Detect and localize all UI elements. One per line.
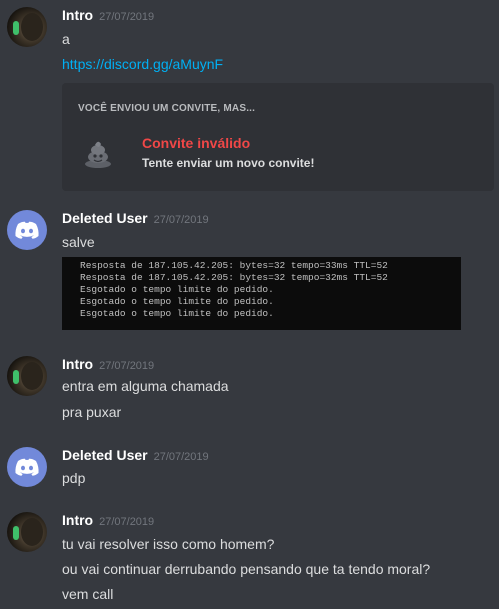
- message-header: Intro 27/07/2019: [62, 7, 154, 27]
- terminal-line: Esgotado o tempo limite do pedido.: [80, 284, 274, 295]
- timestamp: 27/07/2019: [99, 360, 155, 372]
- terminal-line: Esgotado o tempo limite do pedido.: [80, 296, 274, 307]
- invite-subtitle: Tente enviar um novo convite!: [142, 156, 315, 170]
- message-text: salve: [62, 234, 95, 250]
- message-header: Intro 27/07/2019: [62, 356, 154, 376]
- message-header: Deleted User 27/07/2019: [62, 447, 209, 467]
- terminal-line: Resposta de 187.105.42.205: bytes=32 tem…: [80, 272, 388, 283]
- avatar-shade: [21, 518, 43, 546]
- username[interactable]: Intro: [62, 7, 93, 23]
- terminal-screenshot[interactable]: Resposta de 187.105.42.205: bytes=32 tem…: [62, 257, 461, 330]
- invite-embed: VOCÊ ENVIOU UM CONVITE, MAS... Convite i…: [62, 83, 494, 191]
- message-text: a: [62, 31, 70, 47]
- message-text: pdp: [62, 470, 86, 486]
- username[interactable]: Intro: [62, 512, 93, 528]
- timestamp: 27/07/2019: [99, 516, 155, 528]
- invite-status: Convite inválido: [142, 135, 251, 151]
- message-group: Intro 27/07/2019 entra em alguma chamada …: [0, 356, 499, 426]
- message-text: pra puxar: [62, 404, 122, 420]
- invite-link[interactable]: https://discord.gg/aMuynF: [62, 56, 223, 72]
- terminal-line: Resposta de 187.105.42.205: bytes=32 tem…: [80, 260, 388, 271]
- avatar[interactable]: [7, 210, 47, 250]
- message-group: Deleted User 27/07/2019 pdp: [0, 447, 499, 497]
- avatar[interactable]: [7, 356, 47, 396]
- discord-logo-icon: [15, 221, 39, 239]
- message-text: tu vai resolver isso como homem?: [62, 536, 275, 552]
- terminal-line: Esgotado o tempo limite do pedido.: [80, 308, 274, 319]
- avatar[interactable]: [7, 447, 47, 487]
- message-group: Intro 27/07/2019 tu vai resolver isso com…: [0, 512, 499, 607]
- avatar-shade: [21, 362, 43, 390]
- chat-messages: Intro 27/07/2019 a https://discord.gg/aMu…: [0, 0, 499, 609]
- username[interactable]: Deleted User: [62, 210, 148, 226]
- poop-icon: [85, 141, 111, 168]
- timestamp: 27/07/2019: [99, 11, 155, 23]
- message-text: entra em alguma chamada: [62, 378, 229, 394]
- headphone-icon: [13, 370, 19, 384]
- discord-logo-icon: [15, 458, 39, 476]
- message-group: Intro 27/07/2019 a https://discord.gg/aMu…: [0, 7, 499, 191]
- message-text: vem call: [62, 586, 114, 602]
- message-text: ou vai continuar derrubando pensando que…: [62, 561, 431, 577]
- headphone-icon: [13, 526, 19, 540]
- avatar[interactable]: [7, 512, 47, 552]
- username[interactable]: Deleted User: [62, 447, 148, 463]
- avatar[interactable]: [7, 7, 47, 47]
- headphone-icon: [13, 21, 19, 35]
- username[interactable]: Intro: [62, 356, 93, 372]
- timestamp: 27/07/2019: [153, 214, 209, 226]
- avatar-shade: [21, 13, 43, 41]
- message-header: Intro 27/07/2019: [62, 512, 154, 532]
- invite-title: VOCÊ ENVIOU UM CONVITE, MAS...: [78, 103, 256, 114]
- timestamp: 27/07/2019: [153, 451, 209, 463]
- message-header: Deleted User 27/07/2019: [62, 210, 209, 230]
